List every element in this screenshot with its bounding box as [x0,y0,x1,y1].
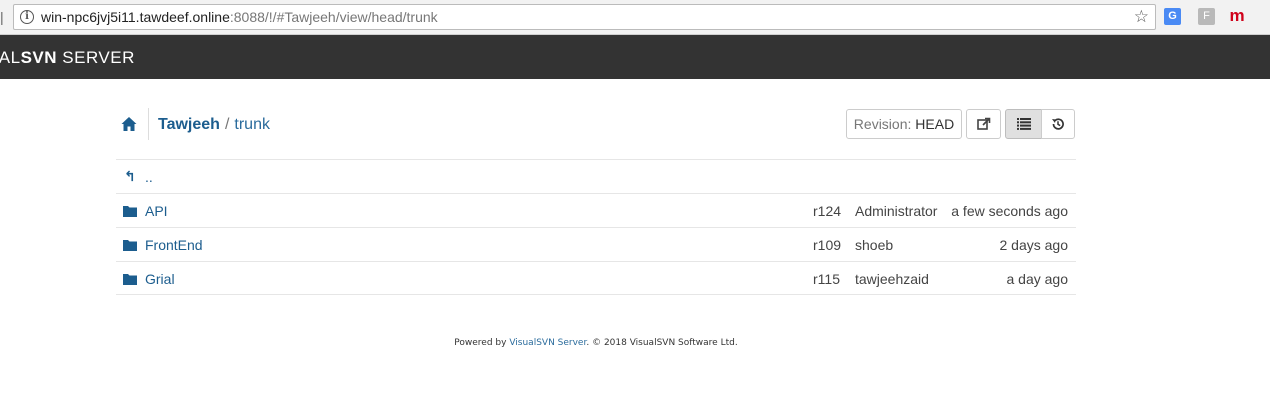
folder-name-link[interactable]: Grial [145,271,175,287]
folder-name-link[interactable]: API [145,203,168,219]
breadcrumb-separator: / [224,116,230,133]
author-cell: Administrator [855,203,938,219]
date-cell: a day ago [1006,271,1069,287]
footer-prefix: Powered by [454,338,510,348]
info-icon[interactable]: i [20,10,34,24]
brand-logo[interactable]: UALSVN SERVER [0,48,135,68]
breadcrumb-path-link[interactable]: trunk [234,116,270,133]
app-header: UALSVN SERVER [0,35,1270,79]
folder-icon[interactable] [123,273,137,285]
url-path: :8088/!/#Tawjeeh/view/head/trunk [229,9,438,25]
bookmark-star-icon[interactable]: ☆ [1134,7,1149,27]
folder-icon[interactable] [123,239,137,251]
revision-cell: r115 [813,271,840,287]
parent-directory-row[interactable]: ↰ .. [116,159,1076,193]
breadcrumb: Tawjeeh / trunk [158,115,270,135]
url-text[interactable]: win-npc6jvj5i11.tawdeef.online:8088/!/#T… [41,9,438,26]
open-external-button[interactable] [966,109,1001,139]
f-extension-icon[interactable]: F [1198,8,1215,25]
revision-value: HEAD [915,116,955,132]
revision-cell: r109 [813,237,842,253]
revision-label: Revision: [853,116,912,132]
table-row[interactable]: FrontEnd r109 shoeb 2 days ago [116,227,1076,261]
footer-copyright: . © 2018 VisualSVN Software Ltd. [586,338,738,348]
file-listing: ↰ .. API r124 Administrator a few second… [116,159,1076,295]
history-button[interactable] [1041,109,1075,139]
m-extension-icon[interactable]: m [1227,7,1247,25]
external-link-icon [976,117,990,130]
tab-edge: | [0,9,4,25]
table-row[interactable]: API r124 Administrator a few seconds ago [116,193,1076,227]
brand-bold: SVN [20,48,58,67]
url-host: win-npc6jvj5i11.tawdeef.online [41,9,230,25]
translate-extension-icon[interactable]: G [1164,8,1181,25]
breadcrumb-repo-link[interactable]: Tawjeeh [158,116,220,133]
author-cell: tawjeehzaid [855,271,929,287]
address-bar[interactable]: i win-npc6jvj5i11.tawdeef.online:8088/!/… [13,4,1156,30]
footer: Powered by VisualSVN Server. © 2018 Visu… [0,338,1192,348]
folder-name-link[interactable]: FrontEnd [145,237,203,253]
level-up-icon[interactable]: ↰ [124,169,136,183]
brand-suffix: SERVER [57,48,135,67]
revision-cell: r124 [813,203,842,219]
brand-light: UAL [0,48,21,67]
list-view-button[interactable] [1005,109,1042,139]
table-row[interactable]: Grial r115 tawjeehzaid a day ago [116,261,1076,295]
date-cell: a few seconds ago [951,203,1068,219]
footer-link[interactable]: VisualSVN Server [509,338,586,348]
history-icon [1052,118,1064,130]
date-cell: 2 days ago [999,237,1069,253]
home-icon[interactable] [121,116,137,132]
author-cell: shoeb [855,237,894,253]
breadcrumb-divider [148,108,149,140]
list-icon [1016,118,1031,130]
parent-directory-link[interactable]: .. [145,169,153,185]
revision-button[interactable]: Revision: HEAD [846,109,962,139]
browser-toolbar: | i win-npc6jvj5i11.tawdeef.online:8088/… [0,0,1270,35]
folder-icon[interactable] [123,205,137,217]
